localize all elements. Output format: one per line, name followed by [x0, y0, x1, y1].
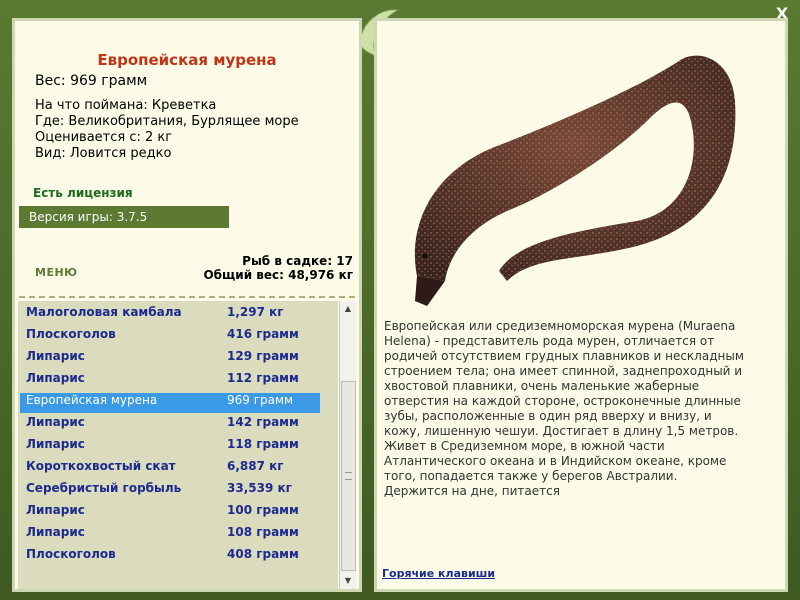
list-item[interactable]: Плоскоголов 408 грамм	[20, 547, 320, 567]
list-item-name: Серебристый горбыль	[26, 481, 182, 495]
list-item-weight: 6,887 кг	[227, 459, 284, 473]
list-item-weight: 416 грамм	[227, 327, 299, 341]
moray-eel-image	[414, 55, 736, 306]
list-item[interactable]: Липарис 100 грамм	[20, 503, 320, 523]
list-item-weight: 108 грамм	[227, 525, 299, 539]
list-item-weight: 408 грамм	[227, 547, 299, 561]
fish-location: Где: Великобритания, Бурлящее море	[35, 114, 299, 129]
list-item-name: Липарис	[26, 503, 85, 517]
fish-weight: Вес: 969 грамм	[35, 73, 148, 89]
list-item-name: Малоголовая камбала	[26, 305, 182, 319]
list-item-selected[interactable]: Европейская мурена 969 грамм	[20, 393, 320, 413]
list-item-weight: 118 грамм	[227, 437, 299, 451]
fish-value: Оценивается с: 2 кг	[35, 130, 173, 145]
list-item[interactable]: Плоскоголов 416 грамм	[20, 327, 320, 347]
total-weight: Общий вес: 48,976 кг	[203, 268, 353, 282]
list-item-name: Плоскоголов	[26, 547, 116, 561]
menu-button[interactable]: МЕНЮ	[35, 266, 78, 279]
hotkeys-link[interactable]: Горячие клавиши	[382, 567, 495, 580]
list-item-name: Липарис	[26, 349, 85, 363]
fish-title: Европейская мурена	[97, 51, 277, 69]
list-item[interactable]: Серебристый горбыль 33,539 кг	[20, 481, 320, 501]
scroll-up-arrow-icon[interactable]: ▲	[340, 301, 356, 317]
list-item-weight: 100 грамм	[227, 503, 299, 517]
list-item-weight: 112 грамм	[227, 371, 299, 385]
list-item-name: Европейская мурена	[26, 393, 158, 407]
list-item[interactable]: Малоголовая камбала 1,297 кг	[20, 305, 320, 325]
catch-list: Малоголовая камбала 1,297 кг Плоскоголов 4…	[18, 301, 338, 589]
list-item-weight: 33,539 кг	[227, 481, 292, 495]
list-item-name: Короткохвостый скат	[26, 459, 176, 473]
list-item-name: Липарис	[26, 415, 85, 429]
fish-rarity: Вид: Ловится редко	[35, 146, 172, 161]
list-item[interactable]: Липарис 118 грамм	[20, 437, 320, 457]
game-version: Версия игры: 3.7.5	[19, 206, 229, 228]
fish-count: Рыб в садке: 17	[242, 254, 353, 268]
list-item-name: Липарис	[26, 525, 85, 539]
list-item[interactable]: Липарис 129 грамм	[20, 349, 320, 369]
list-item-weight: 1,297 кг	[227, 305, 284, 319]
list-item[interactable]: Короткохвостый скат 6,887 кг	[20, 459, 320, 479]
fish-detail-panel: Европейская или средиземноморская мурена…	[374, 18, 788, 592]
scrollbar-thumb[interactable]	[341, 381, 356, 571]
list-item[interactable]: Липарис 112 грамм	[20, 371, 320, 391]
list-item-name: Липарис	[26, 437, 85, 451]
fish-bait: На что поймана: Креветка	[35, 98, 217, 113]
list-item-weight: 969 грамм	[227, 393, 294, 407]
scroll-down-arrow-icon[interactable]: ▼	[340, 573, 356, 589]
divider	[19, 296, 355, 298]
list-item-name: Плоскоголов	[26, 327, 116, 341]
scroll-grip-icon	[345, 472, 352, 480]
fish-description: Европейская или средиземноморская мурена…	[384, 319, 744, 498]
list-item[interactable]: Липарис 108 грамм	[20, 525, 320, 545]
list-item[interactable]: Липарис 142 грамм	[20, 415, 320, 435]
fish-info-panel: Европейская мурена Вес: 969 грамм На что…	[12, 18, 362, 592]
list-item-weight: 142 грамм	[227, 415, 299, 429]
list-scrollbar[interactable]: ▲ ▼	[339, 301, 356, 589]
license-status: Есть лицензия	[33, 186, 133, 200]
list-item-name: Липарис	[26, 371, 85, 385]
list-item-weight: 129 грамм	[227, 349, 299, 363]
